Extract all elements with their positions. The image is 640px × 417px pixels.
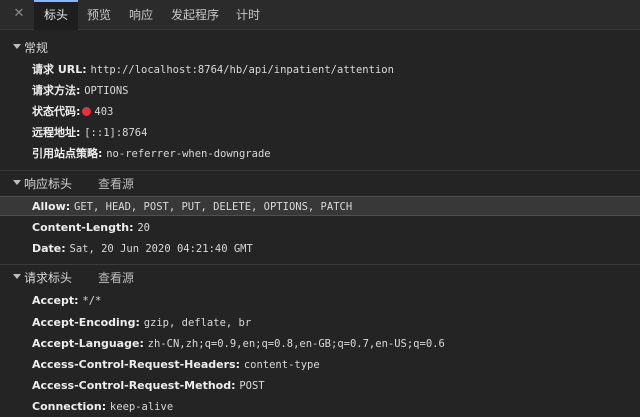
response-row-allow[interactable]: Allow: GET, HEAD, POST, PUT, DELETE, OPT…: [32, 196, 352, 216]
general-value: OPTIONS: [84, 85, 129, 97]
response-key: Content-Length:: [32, 221, 134, 234]
general-value: no-referrer-when-downgrade: [106, 148, 271, 160]
response-row-date: Date: Sat, 20 Jun 2020 04:21:40 GMT: [32, 238, 253, 258]
general-key: 远程地址:: [32, 126, 81, 139]
request-view-source-link[interactable]: 查看源: [98, 269, 134, 286]
request-value: content-type: [243, 359, 320, 371]
tab-bar: ✕ 标头 预览 响应 发起程序 计时: [0, 0, 640, 30]
caret-down-icon[interactable]: [13, 180, 21, 185]
tab-headers[interactable]: 标头: [34, 0, 78, 30]
request-key: Accept-Language:: [32, 337, 144, 350]
request-key: Connection:: [32, 400, 107, 413]
request-row-acrm: Access-Control-Request-Method: POST: [32, 375, 265, 395]
request-row-connection: Connection: keep-alive: [32, 396, 173, 416]
general-row-remote: 远程地址: [::1]:8764: [32, 122, 147, 142]
tab-initiator[interactable]: 发起程序: [171, 0, 219, 30]
general-value: http://localhost:8764/hb/api/inpatient/a…: [90, 64, 394, 76]
status-dot-icon: [82, 107, 92, 116]
general-row-referrer: 引用站点策略: no-referrer-when-downgrade: [32, 143, 271, 163]
general-key: 引用站点策略:: [32, 147, 103, 160]
general-row-status: 状态代码: 403: [32, 101, 113, 121]
response-key: Allow:: [32, 200, 71, 213]
request-headers-section-header[interactable]: 请求标头 查看源: [0, 268, 640, 286]
general-value: [::1]:8764: [84, 127, 148, 139]
general-section-header[interactable]: 常规: [0, 38, 640, 56]
response-value: 20: [137, 222, 150, 234]
caret-down-icon[interactable]: [13, 274, 21, 279]
request-row-accept-encoding: Accept-Encoding: gzip, deflate, br: [32, 312, 251, 332]
response-view-source-link[interactable]: 查看源: [98, 175, 134, 192]
request-key: Accept:: [32, 294, 79, 307]
response-value: GET, HEAD, POST, PUT, DELETE, OPTIONS, P…: [74, 201, 353, 213]
response-headers-title: 响应标头: [24, 177, 73, 191]
request-key: Access-Control-Request-Method:: [32, 379, 236, 392]
request-row-acrh: Access-Control-Request-Headers: content-…: [32, 354, 320, 374]
status-code-value: 403: [94, 106, 114, 118]
general-row-url: 请求 URL: http://localhost:8764/hb/api/inp…: [32, 59, 394, 79]
general-key: 请求 URL:: [32, 63, 87, 76]
request-headers-title: 请求标头: [24, 271, 73, 285]
request-value: gzip, deflate, br: [143, 317, 252, 329]
general-key: 状态代码:: [32, 105, 81, 118]
general-key: 请求方法:: [32, 84, 81, 97]
response-value: Sat, 20 Jun 2020 04:21:40 GMT: [69, 243, 253, 255]
request-row-accept-language: Accept-Language: zh-CN,zh;q=0.9,en;q=0.8…: [32, 333, 445, 353]
general-row-method: 请求方法: OPTIONS: [32, 80, 129, 100]
close-icon[interactable]: ✕: [12, 6, 26, 22]
request-value: keep-alive: [109, 401, 174, 413]
response-row-content-length: Content-Length: 20: [32, 217, 150, 237]
request-key: Access-Control-Request-Headers:: [32, 358, 240, 371]
divider: [0, 264, 640, 265]
request-value: */*: [82, 295, 102, 307]
response-key: Date:: [32, 242, 66, 255]
tab-timing[interactable]: 计时: [236, 0, 260, 30]
request-value: POST: [239, 380, 265, 392]
request-row-accept: Accept: */*: [32, 290, 101, 310]
caret-down-icon[interactable]: [13, 44, 21, 49]
request-value: zh-CN,zh;q=0.9,en;q=0.8,en-GB;q=0.7,en-U…: [147, 338, 445, 350]
response-headers-section-header[interactable]: 响应标头 查看源: [0, 174, 640, 192]
general-title: 常规: [24, 41, 49, 55]
request-key: Accept-Encoding:: [32, 316, 140, 329]
tab-preview[interactable]: 预览: [87, 0, 111, 30]
tab-response[interactable]: 响应: [129, 0, 153, 30]
divider: [0, 170, 640, 171]
